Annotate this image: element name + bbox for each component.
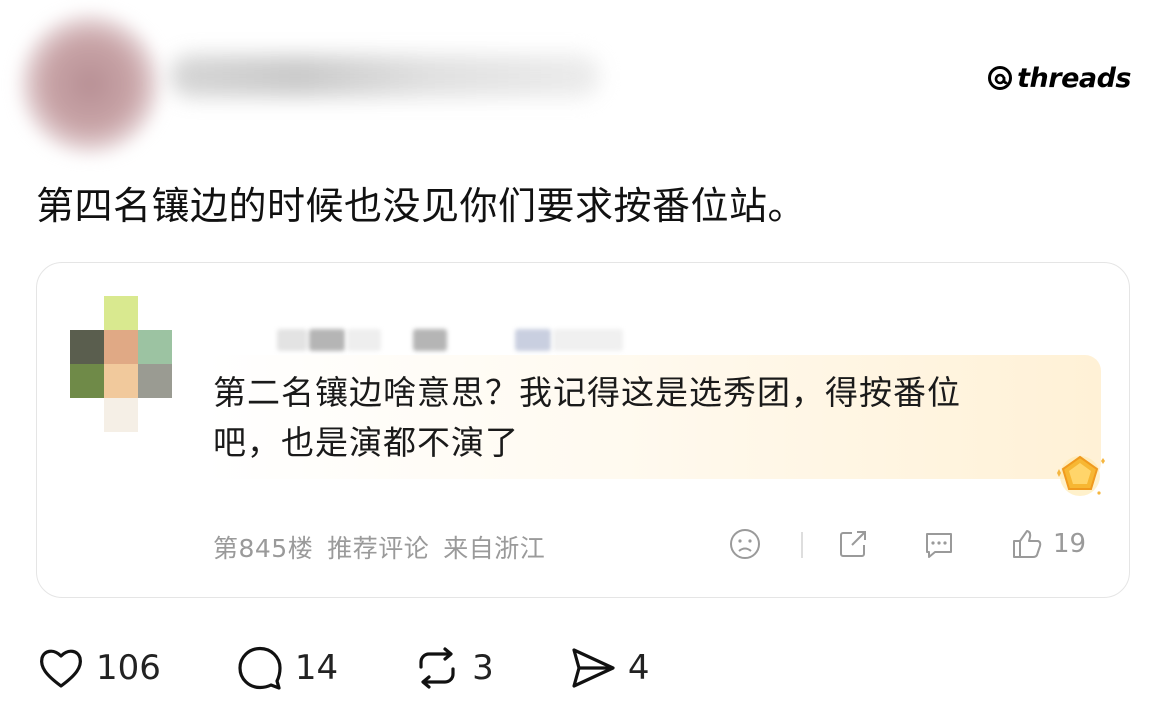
- comment-line-2: 吧，也是演都不演了: [213, 423, 519, 462]
- quoted-screenshot-card[interactable]: 第二名镶边啥意思？我记得这是选秀团，得按番位 吧，也是演都不演了 第845楼 推…: [36, 262, 1130, 598]
- thumbs-up-icon: [1013, 530, 1042, 558]
- share-button[interactable]: 4: [568, 643, 650, 693]
- post-text: 第四名镶边的时候也没见你们要求按番位站。: [36, 184, 807, 228]
- recommended-tag: 推荐评论: [327, 534, 430, 563]
- share-button: [835, 526, 871, 562]
- threads-logo-icon: [988, 66, 1013, 90]
- post-action-bar: 106 14 3 4: [36, 640, 723, 696]
- commenter-name-blurred: [553, 329, 623, 351]
- commenter-name-blurred: [515, 329, 551, 351]
- repost-icon: [419, 647, 455, 689]
- comment-like-button: 19: [1009, 526, 1086, 562]
- reply-count: 14: [294, 648, 339, 688]
- share-icon: [840, 531, 866, 557]
- author-name-blurred[interactable]: [170, 55, 600, 97]
- reply-button: [921, 526, 957, 562]
- reply-button[interactable]: 14: [235, 643, 338, 693]
- dislike-button: [727, 526, 763, 562]
- author-avatar-blurred[interactable]: [20, 14, 160, 154]
- brand-name: threads: [1017, 62, 1131, 94]
- comment-meta: 第845楼 推荐评论 来自浙江: [213, 529, 545, 565]
- speech-bubble-icon: [238, 646, 282, 690]
- location-tag: 来自浙江: [443, 534, 546, 563]
- comment-icon: [926, 533, 952, 558]
- gem-badge-icon: [1057, 455, 1105, 496]
- commenter-name-blurred: [347, 329, 381, 351]
- quoted-comment-text: 第二名镶边啥意思？我记得这是选秀团，得按番位 吧，也是演都不演了: [213, 368, 1073, 468]
- commenter-name-blurred: [413, 329, 447, 351]
- repost-button[interactable]: 3: [412, 643, 494, 693]
- commenter-name-blurred: [309, 329, 345, 351]
- heart-icon: [40, 649, 82, 688]
- send-icon: [572, 648, 615, 688]
- comment-line-1: 第二名镶边啥意思？我记得这是选秀团，得按番位: [213, 373, 961, 412]
- comment-like-count: 19: [1053, 529, 1087, 559]
- sad-face-icon: [730, 529, 760, 559]
- like-count: 106: [96, 648, 161, 688]
- like-button[interactable]: 106: [36, 643, 161, 693]
- share-count: 4: [627, 648, 650, 688]
- action-divider: [801, 532, 803, 558]
- repost-count: 3: [472, 648, 494, 688]
- pixelated-avatar: [70, 296, 174, 432]
- floor-number: 第845楼: [213, 534, 314, 563]
- threads-brand: threads: [987, 60, 1131, 96]
- commenter-name-blurred: [277, 329, 307, 351]
